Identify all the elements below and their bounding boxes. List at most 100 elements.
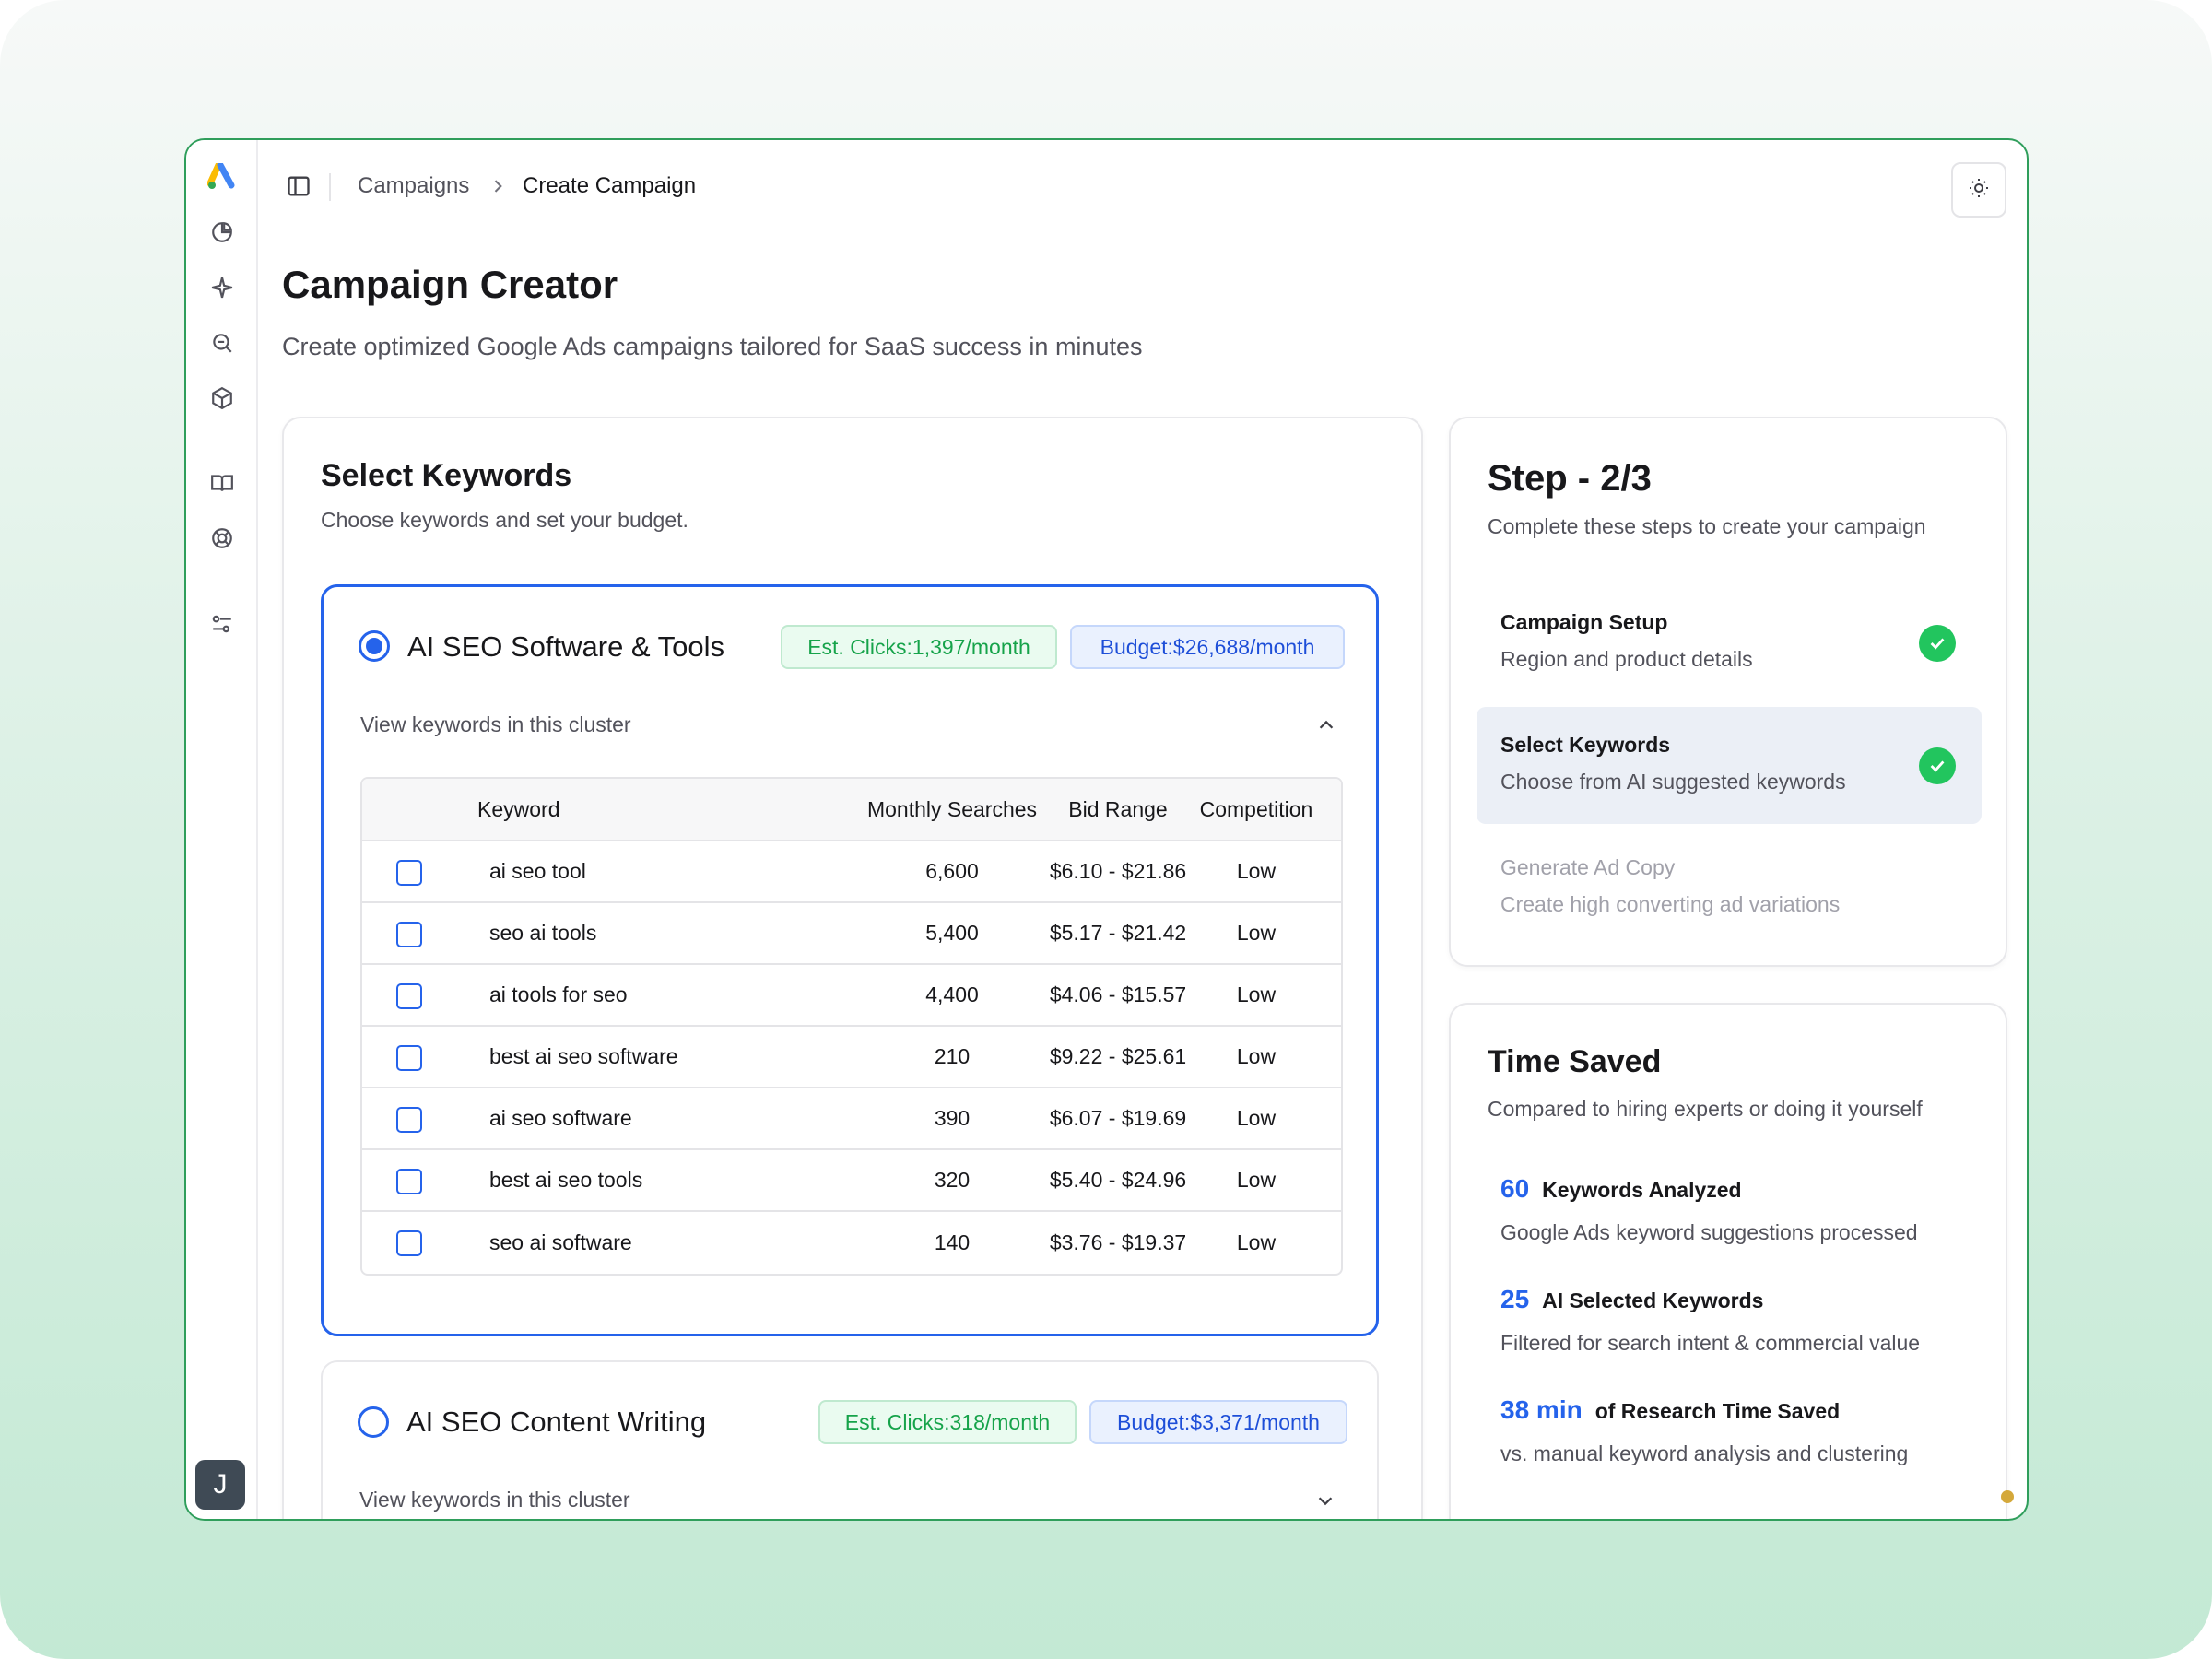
top-bar: Campaigns Create Campaign xyxy=(258,140,2027,238)
step-desc: Region and product details xyxy=(1500,647,1753,671)
step-title: Campaign Setup xyxy=(1500,610,1668,634)
budget-badge: Budget:$26,688/month xyxy=(1070,625,1345,669)
stat-label: Keywords Analyzed xyxy=(1542,1178,1742,1202)
card-title: Select Keywords xyxy=(321,458,572,493)
competition-cell: Low xyxy=(1236,859,1277,883)
stat-value: 60 xyxy=(1500,1174,1530,1203)
row-checkbox[interactable] xyxy=(396,1045,422,1071)
check-circle-icon xyxy=(1919,747,1956,784)
competition-cell: Low xyxy=(1236,1230,1277,1254)
settings-sliders-icon[interactable] xyxy=(204,606,241,642)
view-keywords-toggle[interactable]: View keywords in this cluster xyxy=(360,712,631,737)
page-subtitle: Create optimized Google Ads campaigns ta… xyxy=(282,333,1143,360)
stat-desc: vs. manual keyword analysis and clusteri… xyxy=(1500,1441,1909,1465)
step-title: Select Keywords xyxy=(1500,733,1671,757)
resize-handle-dot[interactable] xyxy=(2001,1490,2014,1503)
row-checkbox[interactable] xyxy=(396,983,422,1009)
steps-card: Step - 2/3 Complete these steps to creat… xyxy=(1449,417,2007,967)
table-row: ai tools for seo 4,400 $4.06 - $15.57 Lo… xyxy=(362,965,1341,1027)
cluster-ai-seo-software-tools[interactable]: AI SEO Software & Tools Est. Clicks:1,39… xyxy=(321,584,1379,1336)
table-row: ai seo software 390 $6.07 - $19.69 Low xyxy=(362,1088,1341,1150)
stat-ai-selected: 25 AI Selected Keywords Filtered for sear… xyxy=(1500,1285,1980,1356)
est-clicks-badge: Est. Clicks:318/month xyxy=(818,1400,1077,1444)
stat-keywords-analyzed: 60 Keywords Analyzed Google Ads keyword s… xyxy=(1500,1174,1980,1245)
cluster-name: AI SEO Software & Tools xyxy=(407,630,725,663)
search-zoom-icon[interactable] xyxy=(204,324,241,361)
google-ads-logo[interactable] xyxy=(204,159,241,195)
cluster-radio-unselected[interactable] xyxy=(358,1406,389,1438)
sidebar-toggle-icon[interactable] xyxy=(286,173,312,199)
view-keywords-toggle[interactable]: View keywords in this cluster xyxy=(359,1488,630,1512)
stat-desc: Filtered for search intent & commercial … xyxy=(1500,1331,1921,1355)
divider xyxy=(329,173,331,201)
competition-cell: Low xyxy=(1236,982,1277,1006)
chevron-up-icon[interactable] xyxy=(1316,715,1336,735)
competition-cell: Low xyxy=(1236,1106,1277,1130)
est-clicks-badge: Est. Clicks:1,397/month xyxy=(781,625,1057,669)
step-generate-ad-copy[interactable]: Generate Ad Copy Create high converting … xyxy=(1477,830,1982,947)
cluster-name: AI SEO Content Writing xyxy=(406,1406,707,1438)
breadcrumb-current: Create Campaign xyxy=(523,173,697,198)
table-row: seo ai software 140 $3.76 - $19.37 Low xyxy=(362,1212,1341,1274)
stat-value: 25 xyxy=(1500,1285,1530,1313)
check-circle-icon xyxy=(1919,625,1956,662)
step-desc: Create high converting ad variations xyxy=(1500,892,1841,916)
card-subtitle: Compared to hiring experts or doing it y… xyxy=(1488,1097,1923,1121)
chevron-down-icon[interactable] xyxy=(1315,1490,1335,1511)
theme-toggle-button[interactable] xyxy=(1951,162,2006,218)
keyword-cell: ai tools for seo xyxy=(489,982,628,1006)
sun-icon xyxy=(1968,177,1990,204)
competition-cell: Low xyxy=(1236,1044,1277,1068)
select-keywords-card: Select Keywords Choose keywords and set … xyxy=(282,417,1423,1519)
stat-desc: Google Ads keyword suggestions processed xyxy=(1500,1220,1918,1244)
keyword-cell: best ai seo software xyxy=(489,1044,678,1068)
keywords-table: Keyword Monthly Searches Bid Range Compe… xyxy=(360,777,1343,1276)
sidebar-rail: J xyxy=(186,140,258,1519)
step-select-keywords[interactable]: Select Keywords Choose from AI suggested… xyxy=(1477,707,1982,824)
budget-badge: Budget:$3,371/month xyxy=(1089,1400,1347,1444)
competition-cell: Low xyxy=(1236,921,1277,945)
stat-value: 38 min xyxy=(1500,1395,1583,1424)
step-desc: Choose from AI suggested keywords xyxy=(1500,770,1846,794)
table-row: seo ai tools 5,400 $5.17 - $21.42 Low xyxy=(362,903,1341,965)
col-competition: Competition xyxy=(1199,796,1313,821)
background: J Campaigns Create Campaign Campaign Cre… xyxy=(0,0,2212,1659)
card-subtitle: Complete these steps to create your camp… xyxy=(1488,514,1926,538)
col-keyword: Keyword xyxy=(477,796,560,821)
row-checkbox[interactable] xyxy=(396,1169,422,1194)
stat-time-saved: 38 min of Research Time Saved vs. manual … xyxy=(1500,1395,1980,1466)
package-icon[interactable] xyxy=(204,380,241,417)
row-checkbox[interactable] xyxy=(396,922,422,947)
pie-chart-icon[interactable] xyxy=(204,214,241,251)
sparkle-icon[interactable] xyxy=(204,269,241,306)
table-header: Keyword Monthly Searches Bid Range Compe… xyxy=(362,779,1341,841)
row-checkbox[interactable] xyxy=(396,860,422,886)
card-title: Time Saved xyxy=(1488,1044,1662,1079)
cluster-radio-selected[interactable] xyxy=(359,630,390,662)
keyword-cell: seo ai tools xyxy=(489,921,597,945)
time-saved-card: Time Saved Compared to hiring experts or… xyxy=(1449,1003,2007,1519)
page-title: Campaign Creator xyxy=(282,263,618,306)
step-campaign-setup[interactable]: Campaign Setup Region and product detail… xyxy=(1477,584,1982,701)
table-row: ai seo tool 6,600 $6.10 - $21.86 Low xyxy=(362,841,1341,903)
step-counter: Step - 2/3 xyxy=(1488,458,1652,499)
breadcrumb-campaigns[interactable]: Campaigns xyxy=(358,173,469,199)
table-row: best ai seo software 210 $9.22 - $25.61 … xyxy=(362,1027,1341,1088)
table-row: best ai seo tools 320 $5.40 - $24.96 Low xyxy=(362,1150,1341,1212)
cluster-ai-seo-content-writing[interactable]: AI SEO Content Writing Est. Clicks:318/m… xyxy=(321,1360,1379,1519)
card-subtitle: Choose keywords and set your budget. xyxy=(321,508,688,532)
user-avatar[interactable]: J xyxy=(195,1460,245,1510)
help-buoy-icon[interactable] xyxy=(204,520,241,557)
stat-label: AI Selected Keywords xyxy=(1542,1288,1764,1312)
row-checkbox[interactable] xyxy=(396,1230,422,1256)
keyword-cell: ai seo software xyxy=(489,1106,632,1130)
step-title: Generate Ad Copy xyxy=(1500,855,1676,879)
chevron-right-icon xyxy=(488,177,507,195)
row-checkbox[interactable] xyxy=(396,1107,422,1133)
app-window: J Campaigns Create Campaign Campaign Cre… xyxy=(184,138,2029,1521)
competition-cell: Low xyxy=(1236,1168,1277,1192)
stat-label: of Research Time Saved xyxy=(1594,1399,1841,1423)
keyword-cell: best ai seo tools xyxy=(489,1168,643,1192)
keyword-cell: seo ai software xyxy=(489,1230,632,1254)
book-icon[interactable] xyxy=(204,465,241,501)
